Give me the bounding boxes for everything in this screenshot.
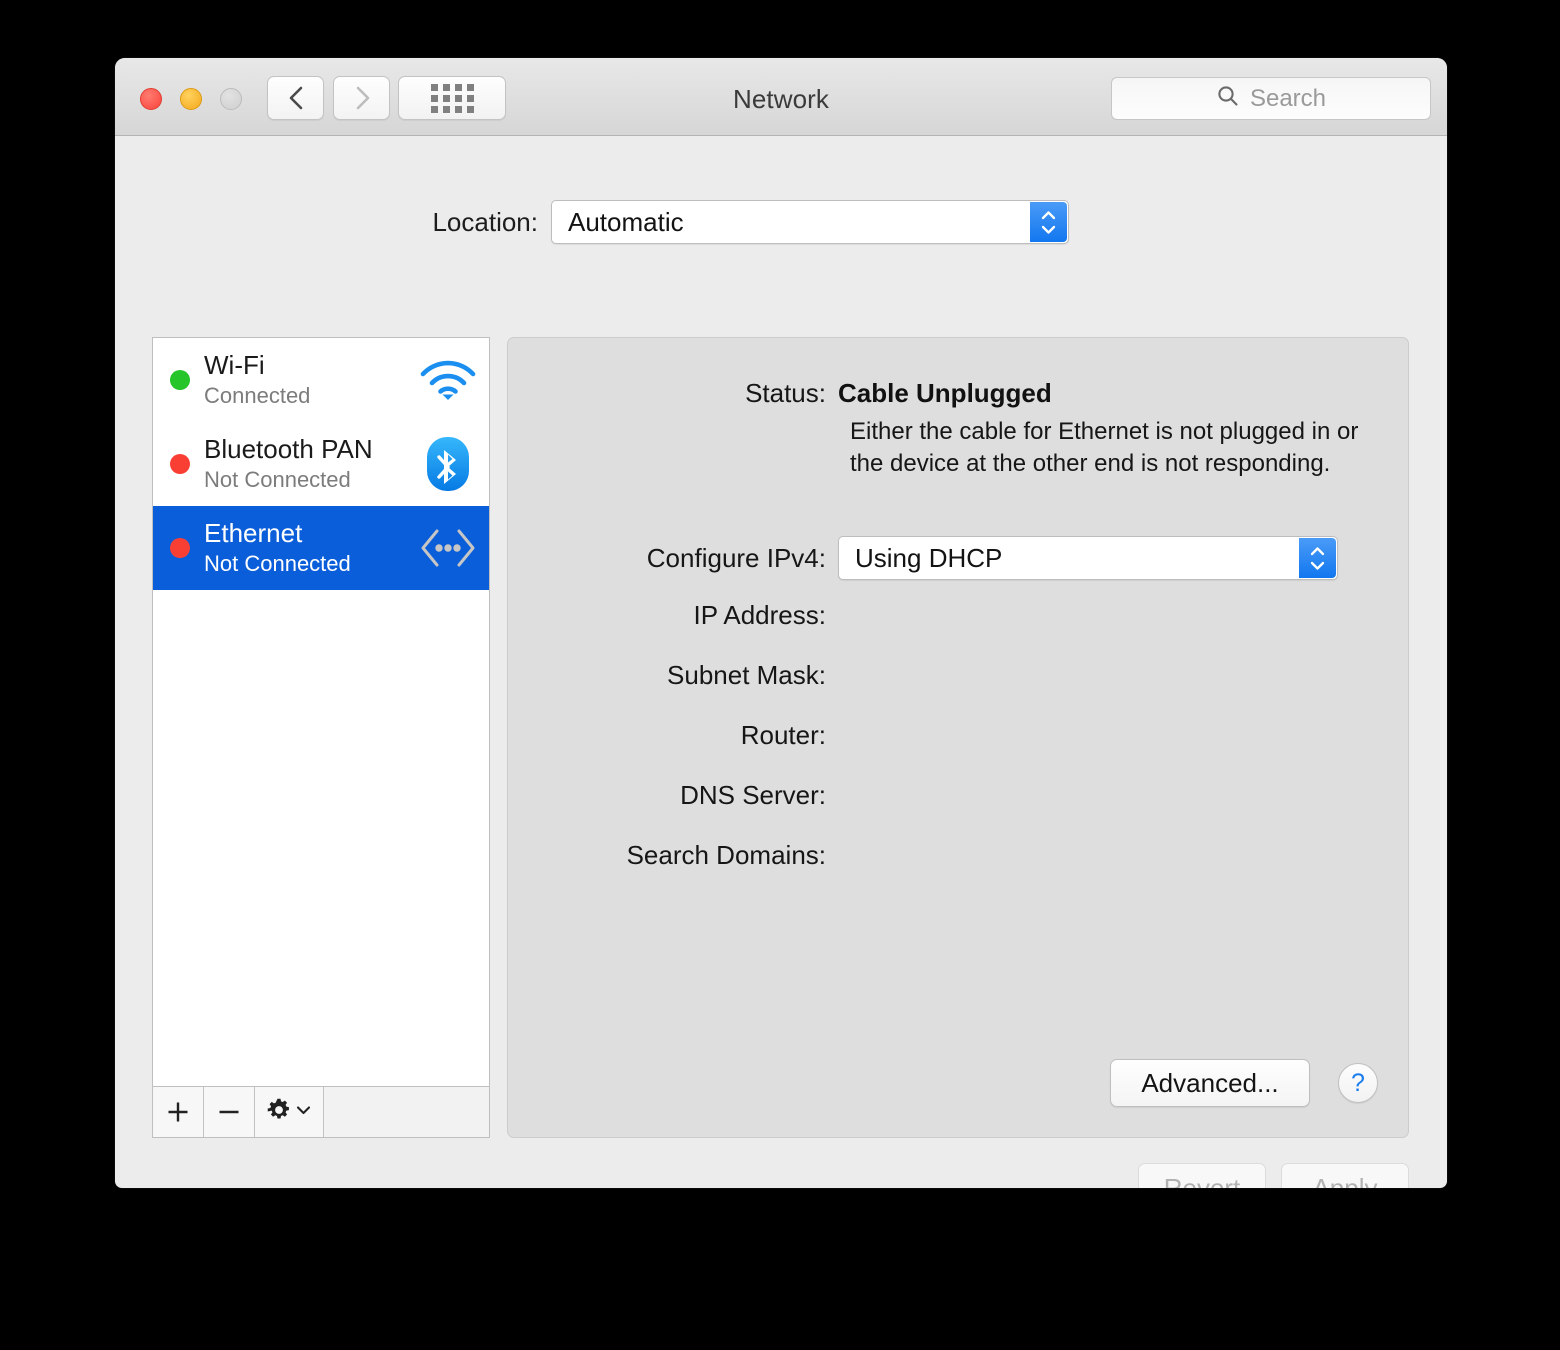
gear-icon [266,1097,292,1128]
revert-button[interactable]: Revert [1138,1163,1266,1188]
service-status: Connected [204,382,311,408]
configure-ipv4-row: Configure IPv4: Using DHCP [508,536,1338,580]
network-service-sidebar: Wi-Fi Connected Bluetooth PAN Not Connec… [152,337,490,1138]
ip-address-label: IP Address: [693,600,827,630]
location-select-value: Automatic [568,206,684,237]
location-select[interactable]: Automatic [551,200,1069,244]
search-input[interactable]: Search [1111,77,1431,120]
status-dot-wifi [170,370,190,390]
search-placeholder: Search [1249,84,1327,112]
advanced-button[interactable]: Advanced... [1110,1059,1310,1107]
remove-service-button[interactable] [204,1087,255,1137]
apply-button[interactable]: Apply [1281,1163,1409,1188]
service-name: Ethernet [204,517,303,548]
service-status: Not Connected [204,466,351,492]
search-domains-row: Search Domains: [508,840,838,871]
location-row: Location: Automatic [115,200,1069,244]
dns-server-label: DNS Server: [680,780,826,810]
service-name: Wi-Fi [204,349,265,380]
status-row: Status: Cable Unplugged [508,378,1052,409]
status-dot-bluetooth-pan [170,454,190,474]
list-item-ethernet[interactable]: Ethernet Not Connected [153,506,489,590]
network-service-list: Wi-Fi Connected Bluetooth PAN Not Connec… [153,338,489,1086]
window-titlebar: Network Search [115,58,1447,136]
status-dot-ethernet [170,538,190,558]
configure-ipv4-select[interactable]: Using DHCP [838,536,1338,580]
configure-ipv4-stepper-icon [1299,538,1336,578]
chevron-down-icon [295,1103,312,1121]
location-label: Location: [432,206,538,237]
search-icon [1216,84,1240,113]
status-description: Either the cable for Ethernet is not plu… [850,418,1359,477]
plus-icon [168,1102,188,1122]
minus-icon [219,1110,239,1114]
service-status: Not Connected [204,550,351,576]
add-service-button[interactable] [153,1087,204,1137]
list-item-bluetooth-pan[interactable]: Bluetooth PAN Not Connected [153,422,489,506]
subnet-mask-row: Subnet Mask: [508,660,838,691]
status-label: Status: [745,378,826,408]
subnet-mask-label: Subnet Mask: [667,660,826,690]
wifi-icon [415,358,481,402]
network-detail-pane: Status: Cable Unplugged Either the cable… [507,337,1409,1138]
sidebar-toolbar [153,1086,489,1137]
list-item-text: Ethernet Not Connected [204,517,415,577]
list-item-text: Wi-Fi Connected [204,349,415,409]
footer-buttons: Revert Apply [1138,1163,1409,1188]
ethernet-icon [415,525,481,571]
list-item-wifi[interactable]: Wi-Fi Connected [153,338,489,422]
service-name: Bluetooth PAN [204,433,373,464]
configure-ipv4-label: Configure IPv4: [646,542,826,573]
status-value: Cable Unplugged [838,378,1052,408]
bluetooth-icon [415,435,481,493]
dns-server-row: DNS Server: [508,780,838,811]
help-button[interactable]: ? [1338,1063,1378,1103]
service-actions-button[interactable] [255,1087,324,1137]
ip-address-row: IP Address: [508,600,838,631]
location-stepper-icon [1030,202,1067,242]
router-row: Router: [508,720,838,751]
configure-ipv4-value: Using DHCP [855,542,1003,573]
list-item-text: Bluetooth PAN Not Connected [204,433,415,493]
window-content: Location: Automatic Wi-Fi Connected Blue… [115,136,1447,1188]
network-preferences-window: Network Search Location: Automatic Wi-Fi… [115,58,1447,1188]
sidebar-toolbar-filler [324,1087,489,1137]
search-domains-label: Search Domains: [626,840,826,870]
router-label: Router: [740,720,826,750]
